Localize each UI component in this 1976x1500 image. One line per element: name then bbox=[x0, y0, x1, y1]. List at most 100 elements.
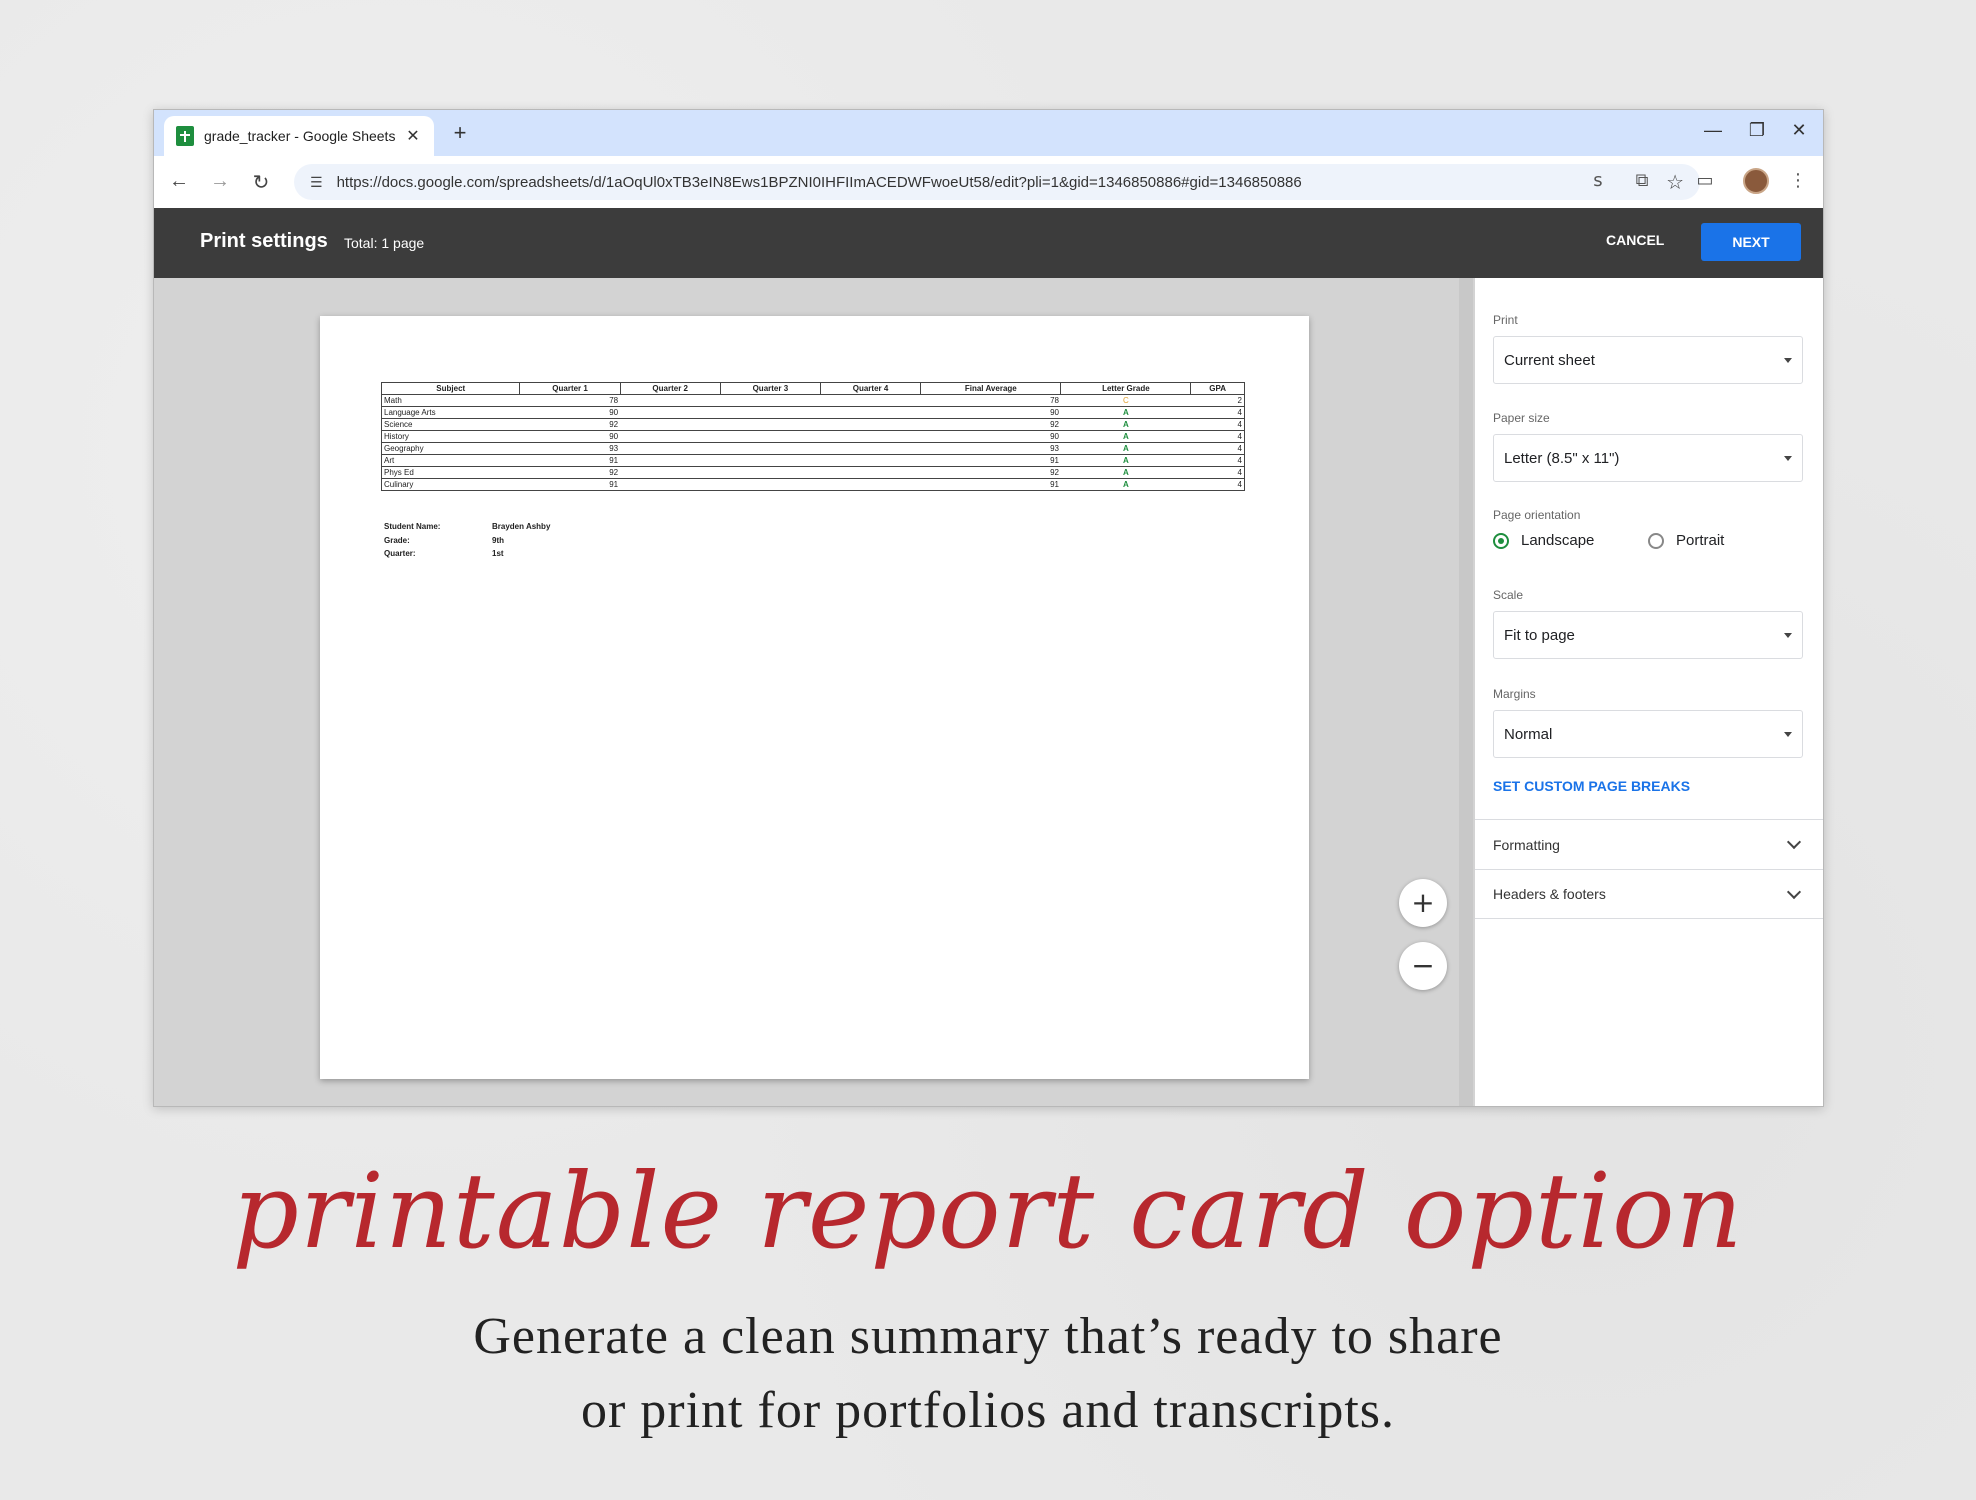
margins-value: Normal bbox=[1504, 725, 1553, 743]
bookmark-star-icon[interactable]: ☆ bbox=[1666, 170, 1684, 195]
google-sheets-icon bbox=[176, 126, 194, 146]
scale-value: Fit to page bbox=[1504, 626, 1575, 644]
headers-footers-section[interactable]: Headers & footers bbox=[1475, 869, 1823, 919]
table-cell bbox=[820, 466, 921, 479]
table-cell: 4 bbox=[1190, 454, 1245, 467]
table-cell: A bbox=[1060, 478, 1191, 491]
table-cell bbox=[620, 406, 721, 419]
table-cell bbox=[820, 442, 921, 455]
table-cell: 4 bbox=[1190, 466, 1245, 479]
dropdown-caret-icon bbox=[1784, 357, 1792, 363]
table-header-row: Subject Quarter 1 Quarter 2 Quarter 3 Quarte… bbox=[380, 382, 1245, 395]
set-custom-page-breaks-link[interactable]: SET CUSTOM PAGE BREAKS bbox=[1493, 778, 1690, 794]
table-cell: 91 bbox=[920, 454, 1061, 467]
extension-s-icon[interactable]: ꜱ bbox=[1584, 170, 1612, 191]
table-cell: Language Arts bbox=[380, 406, 520, 419]
table-cell bbox=[620, 442, 721, 455]
table-cell: History bbox=[380, 430, 520, 443]
next-button[interactable]: NEXT bbox=[1701, 223, 1801, 261]
info-label: Student Name: bbox=[384, 522, 441, 531]
site-info-icon[interactable]: ☰ bbox=[310, 174, 323, 191]
table-cell bbox=[820, 394, 921, 407]
table-cell: Culinary bbox=[380, 478, 520, 491]
table-cell bbox=[820, 478, 921, 491]
column-header: Quarter 1 bbox=[519, 382, 621, 395]
reload-icon[interactable]: ↻ bbox=[248, 170, 274, 195]
table-cell: 4 bbox=[1190, 430, 1245, 443]
column-header: Quarter 4 bbox=[819, 382, 922, 395]
print-select[interactable]: Current sheet bbox=[1493, 336, 1803, 384]
landscape-radio[interactable]: Landscape bbox=[1493, 532, 1594, 549]
table-row: History 90 90 A 4 bbox=[380, 430, 1245, 443]
table-cell: 91 bbox=[920, 478, 1061, 491]
table-cell: 90 bbox=[920, 430, 1061, 443]
address-bar-row: ← → ↻ ☰ https://docs.google.com/spreadsh… bbox=[154, 156, 1823, 208]
portrait-radio[interactable]: Portrait bbox=[1648, 532, 1724, 549]
radio-checked-icon bbox=[1493, 532, 1509, 549]
minimize-icon[interactable]: — bbox=[1698, 120, 1728, 141]
column-header: Quarter 2 bbox=[619, 382, 721, 395]
info-row: Quarter: 1st bbox=[384, 547, 550, 561]
column-header: Letter Grade bbox=[1060, 382, 1192, 395]
url-text[interactable]: https://docs.google.com/spreadsheets/d/1… bbox=[337, 174, 1667, 191]
table-cell: 90 bbox=[519, 430, 621, 443]
table-cell bbox=[620, 466, 721, 479]
info-row: Grade: 9th bbox=[384, 534, 550, 548]
table-cell: 90 bbox=[519, 406, 621, 419]
zoom-in-button[interactable]: + bbox=[1399, 879, 1447, 927]
caption-line-1: Generate a clean summary that’s ready to… bbox=[473, 1308, 1503, 1365]
scale-select[interactable]: Fit to page bbox=[1493, 611, 1803, 659]
extensions-puzzle-icon[interactable]: ⧉ bbox=[1628, 170, 1656, 191]
margins-select[interactable]: Normal bbox=[1493, 710, 1803, 758]
cancel-button[interactable]: CANCEL bbox=[1606, 232, 1664, 248]
table-cell: 93 bbox=[920, 442, 1061, 455]
column-header: Final Average bbox=[920, 382, 1062, 395]
print-preview-area: Subject Quarter 1 Quarter 2 Quarter 3 Quarte… bbox=[154, 278, 1475, 1106]
table-cell bbox=[720, 442, 821, 455]
tab-grade-tracker[interactable]: grade_tracker - Google Sheets ✕ bbox=[164, 116, 434, 156]
table-cell: 91 bbox=[519, 478, 621, 491]
table-cell: 4 bbox=[1190, 406, 1245, 419]
close-window-icon[interactable]: ✕ bbox=[1784, 120, 1814, 141]
table-cell bbox=[720, 406, 821, 419]
landscape-label: Landscape bbox=[1521, 532, 1595, 549]
table-cell bbox=[720, 394, 821, 407]
info-label: Grade: bbox=[384, 535, 410, 545]
print-settings-panel: Print Current sheet Paper size Letter (8… bbox=[1475, 278, 1823, 1106]
table-cell: 78 bbox=[519, 394, 621, 407]
close-tab-icon[interactable]: ✕ bbox=[404, 126, 422, 146]
page-title: Print settings bbox=[200, 230, 328, 252]
browser-menu-icon[interactable]: ⋮ bbox=[1784, 170, 1812, 191]
page-total: Total: 1 page bbox=[344, 235, 425, 251]
table-cell bbox=[620, 478, 721, 491]
table-cell: 4 bbox=[1190, 442, 1245, 455]
dropdown-caret-icon bbox=[1784, 455, 1792, 461]
formatting-label: Formatting bbox=[1493, 836, 1560, 853]
print-select-value: Current sheet bbox=[1504, 351, 1595, 369]
column-header: Subject bbox=[380, 382, 521, 395]
info-value: Brayden Ashby bbox=[492, 522, 551, 531]
profile-avatar[interactable] bbox=[1743, 168, 1769, 194]
formatting-section[interactable]: Formatting bbox=[1475, 819, 1823, 869]
info-label: Quarter: bbox=[384, 549, 416, 558]
table-cell: 78 bbox=[920, 394, 1061, 407]
forward-icon[interactable]: → bbox=[207, 170, 233, 193]
table-cell bbox=[820, 454, 921, 467]
new-tab-button[interactable]: + bbox=[447, 120, 473, 146]
table-cell: 2 bbox=[1190, 394, 1245, 407]
column-header: GPA bbox=[1190, 382, 1245, 395]
table-row: Art 91 91 A 4 bbox=[380, 454, 1245, 467]
back-icon[interactable]: ← bbox=[166, 170, 192, 193]
paper-size-select[interactable]: Letter (8.5" x 11") bbox=[1493, 434, 1803, 482]
info-row: Student Name: Brayden Ashby bbox=[384, 520, 550, 534]
restore-icon[interactable]: ❐ bbox=[1742, 120, 1772, 141]
table-cell bbox=[820, 430, 921, 443]
table-cell: A bbox=[1060, 466, 1191, 479]
address-bar[interactable]: ☰ https://docs.google.com/spreadsheets/d… bbox=[294, 164, 1700, 200]
table-cell bbox=[720, 454, 821, 467]
table-row: Geography 93 93 A 4 bbox=[380, 442, 1245, 455]
reading-mode-icon[interactable]: ▭ bbox=[1691, 170, 1719, 191]
zoom-out-button[interactable]: − bbox=[1399, 942, 1447, 990]
table-cell: 92 bbox=[920, 466, 1061, 479]
preview-scrollbar[interactable] bbox=[1459, 278, 1473, 1106]
